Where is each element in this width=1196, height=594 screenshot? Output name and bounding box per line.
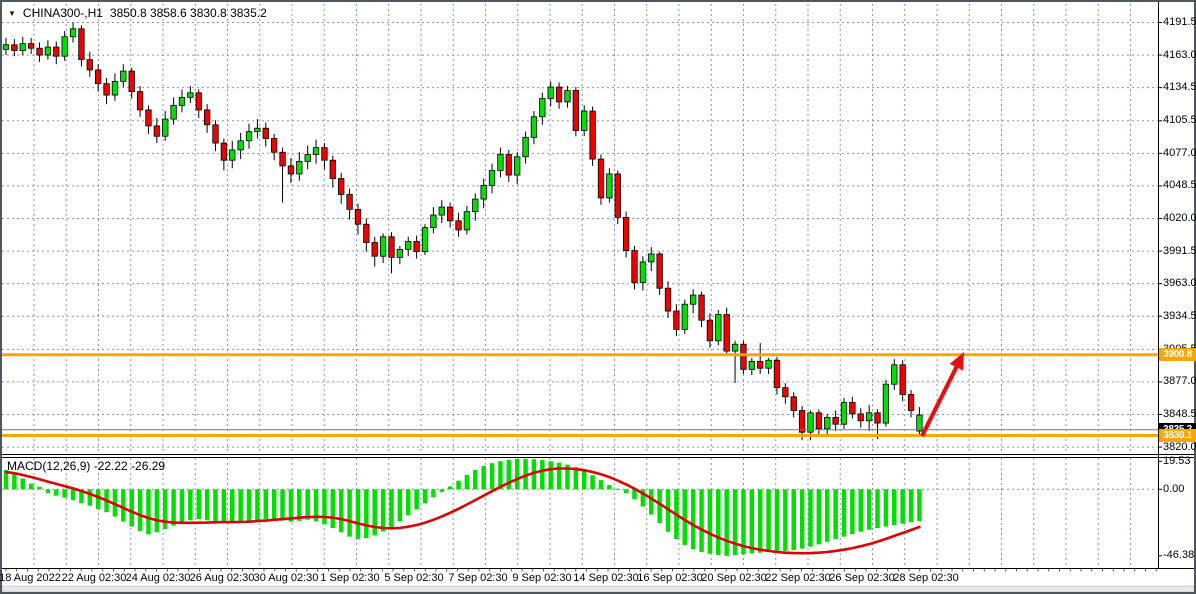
time-axis-label: 16 Sep 02:30 — [637, 572, 702, 584]
grid-lines — [2, 4, 1158, 568]
resistance-price-badge: 3900.8 — [1159, 348, 1196, 361]
time-axis-label: 7 Sep 02:30 — [448, 572, 507, 584]
macd-indicator-label: MACD(12,26,9) -22.22 -26.29 — [7, 459, 165, 473]
trend-arrow-annotation[interactable] — [922, 352, 964, 436]
price-axis-label: 3877.0 — [1163, 375, 1196, 387]
macd-axis-label: -46.38 — [1163, 549, 1194, 561]
time-axis-label: 30 Aug 02:30 — [254, 572, 319, 584]
time-axis-label: 26 Aug 02:30 — [190, 572, 255, 584]
price-axis-label: 3934.5 — [1163, 310, 1196, 322]
price-axis-label: 4048.5 — [1163, 179, 1196, 191]
price-axis-label: 4163.0 — [1163, 49, 1196, 61]
price-axis-label: 4077.0 — [1163, 147, 1196, 159]
macd-signal-line — [6, 469, 919, 554]
time-axis-label: 9 Sep 02:30 — [512, 572, 571, 584]
price-axis-label: 4191.5 — [1163, 16, 1196, 28]
macd-axis-label: 19.53 — [1163, 455, 1191, 467]
price-axis-label: 4134.5 — [1163, 81, 1196, 93]
price-axis-label: 4105.5 — [1163, 114, 1196, 126]
time-axis-label: 26 Sep 02:30 — [829, 572, 894, 584]
candlesticks — [3, 23, 922, 441]
macd-axis-label: 0.00 — [1163, 483, 1184, 495]
ohlc-values: 3850.8 3858.6 3830.8 3835.2 — [110, 6, 267, 20]
symbol-dropdown-icon[interactable]: ▼ — [8, 9, 16, 18]
price-axis-label: 3991.5 — [1163, 245, 1196, 257]
time-axis-label: 18 Aug 2022 — [0, 572, 61, 584]
price-axis-label: 3848.5 — [1163, 408, 1196, 420]
chart-legend: ▼ CHINA300-,H1 3850.8 3858.6 3830.8 3835… — [8, 6, 267, 20]
price-axis-label: 4020.0 — [1163, 212, 1196, 224]
price-axis-label: 3820.0 — [1163, 441, 1196, 453]
time-axis-label: 22 Aug 02:30 — [62, 572, 127, 584]
price-axis-label: 3963.0 — [1163, 277, 1196, 289]
time-axis-label: 14 Sep 02:30 — [573, 572, 638, 584]
support-price-badge: 3830.1 — [1159, 429, 1196, 442]
time-axis-label: 1 Sep 02:30 — [320, 572, 379, 584]
price-chart-canvas[interactable] — [0, 0, 1196, 594]
time-axis-label: 24 Aug 02:30 — [126, 572, 191, 584]
symbol-title: CHINA300-,H1 — [23, 6, 103, 20]
horizontal-level-lines[interactable] — [2, 355, 1158, 436]
trading-terminal-window: ▼ CHINA300-,H1 3850.8 3858.6 3830.8 3835… — [0, 0, 1196, 594]
time-axis-label: 28 Sep 02:30 — [893, 572, 958, 584]
time-axis-label: 5 Sep 02:30 — [384, 572, 443, 584]
time-axis-label: 22 Sep 02:30 — [765, 572, 830, 584]
time-axis-label: 20 Sep 02:30 — [701, 572, 766, 584]
